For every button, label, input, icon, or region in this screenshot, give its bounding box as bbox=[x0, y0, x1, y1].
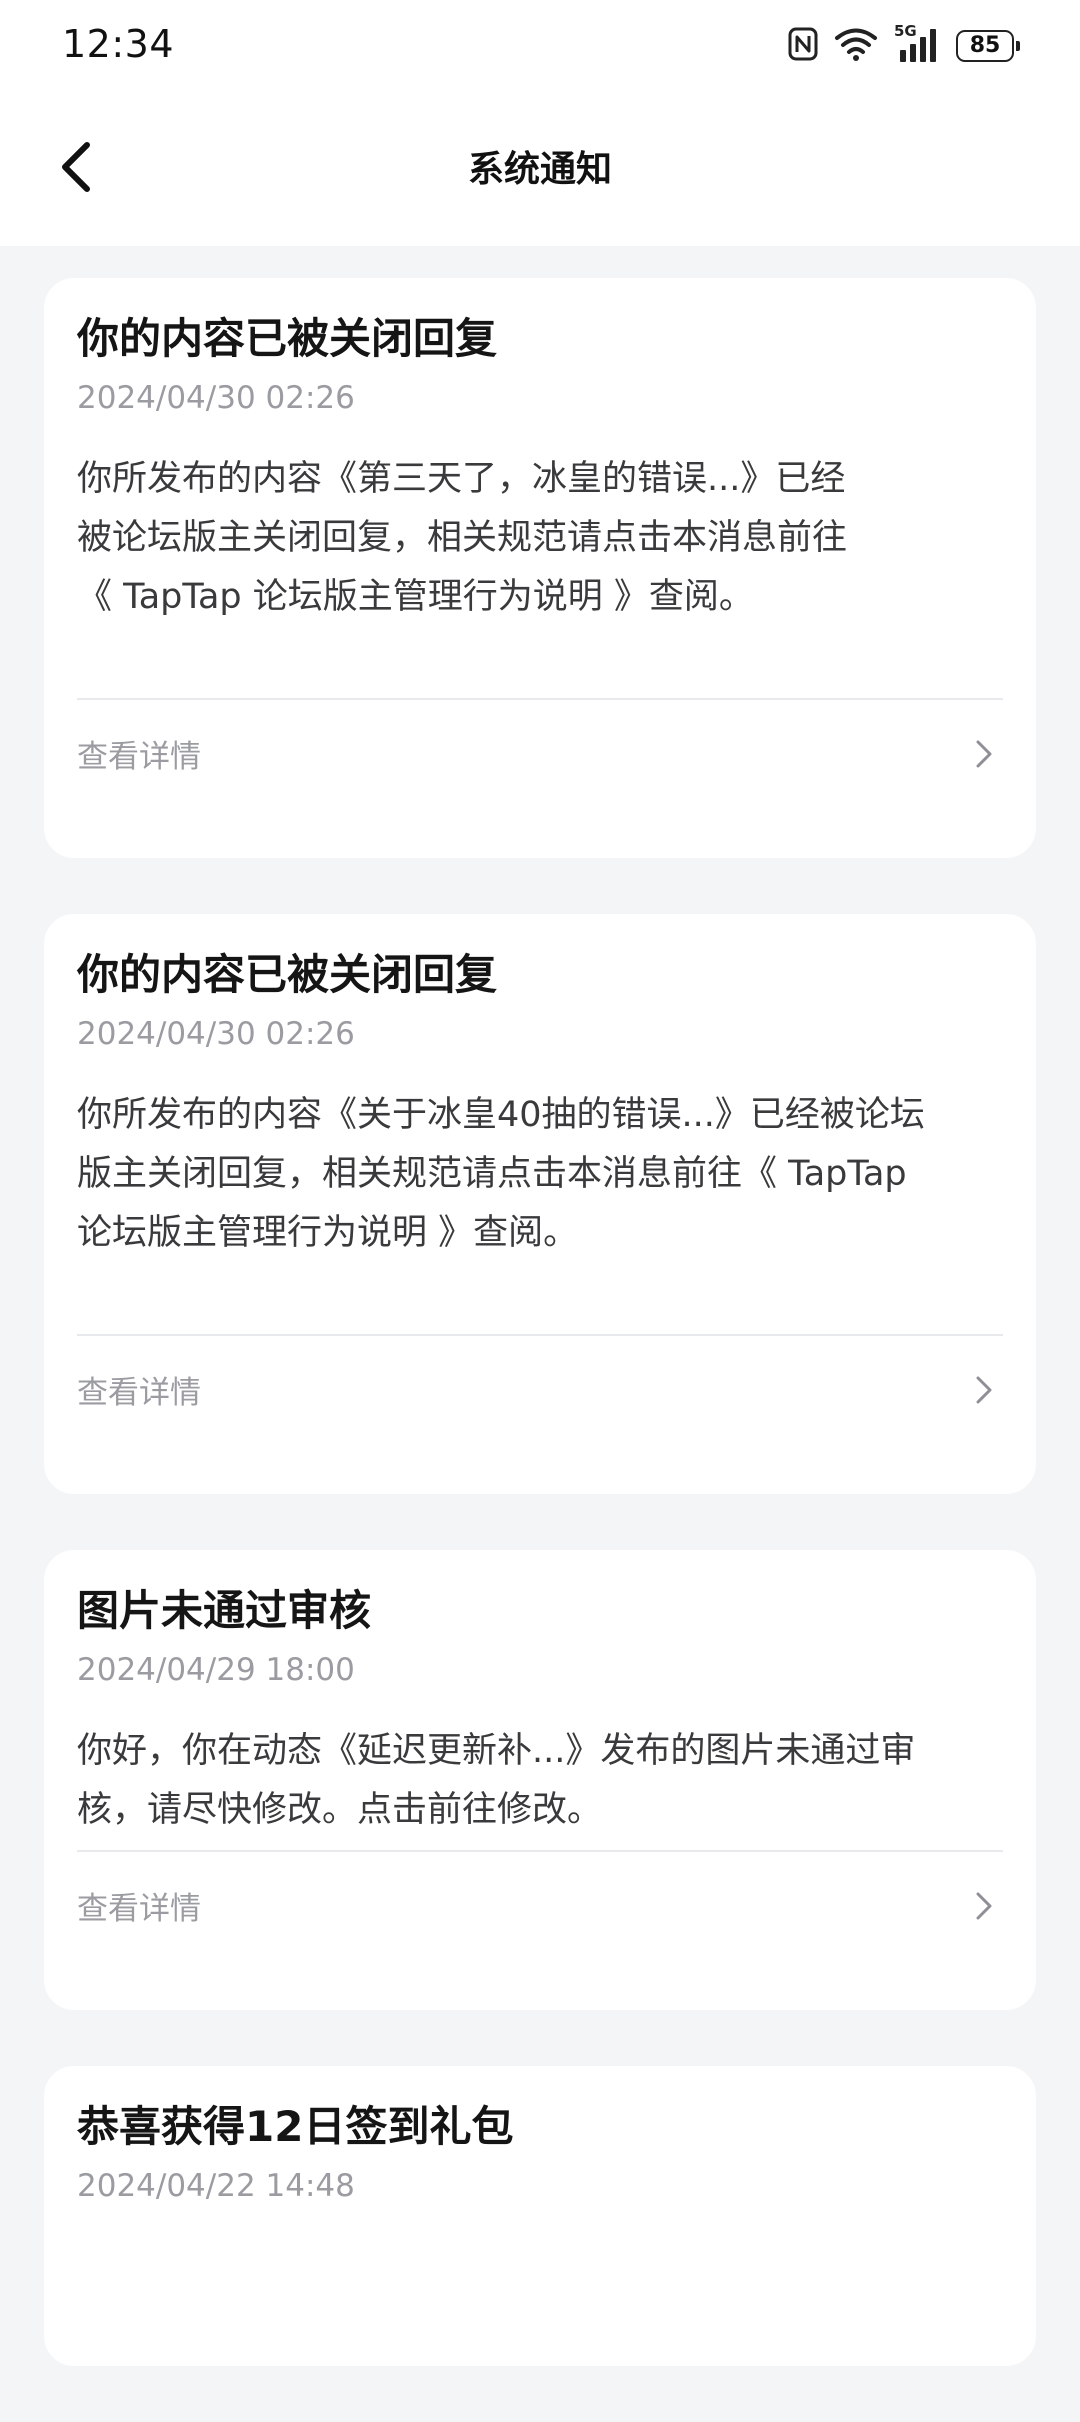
page-title: 系统通知 bbox=[467, 149, 612, 190]
view-details-label: 查看详情 bbox=[77, 1891, 201, 1928]
nfc-icon bbox=[788, 27, 818, 65]
battery-icon: 85 bbox=[956, 30, 1020, 62]
notification-body: 你好，你在动态《延迟更新补...》发布的图片未通过审 核，请尽快修改。点击前往修… bbox=[77, 1722, 1003, 1850]
notification-title: 你的内容已被关闭回复 bbox=[77, 950, 498, 999]
notification-body-line: 被论坛版主关闭回复，相关规范请点击本消息前往 bbox=[77, 517, 848, 558]
notification-title: 你的内容已被关闭回复 bbox=[77, 314, 498, 363]
view-details-row[interactable]: 查看详情 bbox=[77, 1333, 1003, 1444]
chevron-right-icon bbox=[969, 739, 999, 769]
status-icons: 5G 85 bbox=[788, 24, 1020, 68]
notification-card[interactable]: 你的内容已被关闭回复 2024/04/30 02:26 你所发布的内容《关于冰皇… bbox=[44, 914, 1036, 1494]
notification-date: 2024/04/30 02:26 bbox=[77, 380, 355, 417]
notification-date: 2024/04/22 14:48 bbox=[77, 2168, 355, 2205]
notification-body-line: 《 TapTap 论坛版主管理行为说明 》查阅。 bbox=[77, 576, 754, 617]
status-bar: 12:34 5G 85 bbox=[0, 0, 1080, 92]
notification-body-line: 你好，你在动态《延迟更新补...》发布的图片未通过审 bbox=[77, 1730, 916, 1771]
chevron-right-icon bbox=[969, 1891, 999, 1921]
nav-bar: 系统通知 bbox=[0, 92, 1080, 246]
notification-card[interactable]: 恭喜获得12日签到礼包 2024/04/22 14:48 bbox=[44, 2066, 1036, 2366]
notification-body-line: 核，请尽快修改。点击前往修改。 bbox=[77, 1789, 603, 1830]
notification-body-line: 论坛版主管理行为说明 》查阅。 bbox=[77, 1212, 579, 1253]
notification-title: 图片未通过审核 bbox=[77, 1586, 372, 1635]
chevron-right-icon bbox=[969, 1375, 999, 1405]
notification-list: 你的内容已被关闭回复 2024/04/30 02:26 你所发布的内容《第三天了… bbox=[44, 278, 1036, 2422]
notification-body: 你所发布的内容《关于冰皇40抽的错误...》已经被论坛 版主关闭回复，相关规范请… bbox=[77, 1086, 1003, 1334]
notification-title: 恭喜获得12日签到礼包 bbox=[77, 2102, 514, 2151]
view-details-row[interactable]: 查看详情 bbox=[77, 1849, 1003, 1960]
view-details-label: 查看详情 bbox=[77, 1375, 201, 1412]
wifi-icon bbox=[834, 27, 878, 65]
cellular-signal-icon: 5G bbox=[894, 24, 940, 66]
notification-body-line: 版主关闭回复，相关规范请点击本消息前往《 TapTap bbox=[77, 1153, 907, 1194]
notification-card[interactable]: 图片未通过审核 2024/04/29 18:00 你好，你在动态《延迟更新补..… bbox=[44, 1550, 1036, 2010]
status-time: 12:34 bbox=[62, 22, 175, 66]
view-details-label: 查看详情 bbox=[77, 739, 201, 776]
notification-date: 2024/04/29 18:00 bbox=[77, 1652, 355, 1689]
battery-level: 85 bbox=[969, 33, 1001, 58]
notification-body-line: 你所发布的内容《第三天了，冰皇的错误...》已经 bbox=[77, 458, 846, 499]
notification-date: 2024/04/30 02:26 bbox=[77, 1016, 355, 1053]
notification-body-line: 你所发布的内容《关于冰皇40抽的错误...》已经被论坛 bbox=[77, 1094, 925, 1135]
notification-body: 你所发布的内容《第三天了，冰皇的错误...》已经 被论坛版主关闭回复，相关规范请… bbox=[77, 450, 1003, 698]
notification-card[interactable]: 你的内容已被关闭回复 2024/04/30 02:26 你所发布的内容《第三天了… bbox=[44, 278, 1036, 858]
view-details-row[interactable]: 查看详情 bbox=[77, 697, 1003, 808]
